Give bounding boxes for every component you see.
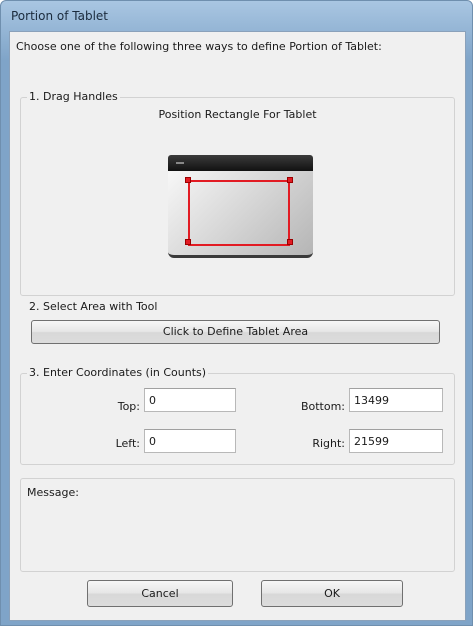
right-field[interactable] <box>349 429 443 453</box>
handle-bottom-left[interactable] <box>185 239 191 245</box>
message-group: Message: <box>20 478 455 572</box>
handle-bottom-right[interactable] <box>287 239 293 245</box>
top-label: Top: <box>117 400 140 413</box>
tablet-top-bar <box>168 155 313 171</box>
window-title: Portion of Tablet <box>11 9 109 23</box>
drag-handles-label: 1. Drag Handles <box>27 90 120 103</box>
cancel-button[interactable]: Cancel <box>87 580 233 607</box>
top-field[interactable] <box>144 388 236 412</box>
position-rectangle-caption: Position Rectangle For Tablet <box>158 108 317 121</box>
dialog-window: Portion of Tablet Choose one of the foll… <box>0 0 473 626</box>
define-tablet-area-button[interactable]: Click to Define Tablet Area <box>31 320 440 344</box>
ok-button[interactable]: OK <box>261 580 403 607</box>
handle-top-left[interactable] <box>185 177 191 183</box>
tablet-indicator <box>176 162 184 164</box>
coordinates-label: 3. Enter Coordinates (in Counts) <box>27 366 209 379</box>
dialog-body: Choose one of the following three ways t… <box>9 31 466 621</box>
bottom-label: Bottom: <box>300 400 345 413</box>
tablet-area-rectangle[interactable] <box>188 180 290 246</box>
tablet-preview <box>168 155 313 258</box>
handle-top-right[interactable] <box>287 177 293 183</box>
left-field[interactable] <box>144 429 236 453</box>
left-label: Left: <box>115 437 140 450</box>
message-label: Message: <box>27 486 79 499</box>
intro-text: Choose one of the following three ways t… <box>16 40 382 53</box>
right-label: Right: <box>312 437 345 450</box>
select-area-label: 2. Select Area with Tool <box>27 300 160 313</box>
title-bar[interactable]: Portion of Tablet <box>1 1 472 31</box>
bottom-field[interactable] <box>349 388 443 412</box>
